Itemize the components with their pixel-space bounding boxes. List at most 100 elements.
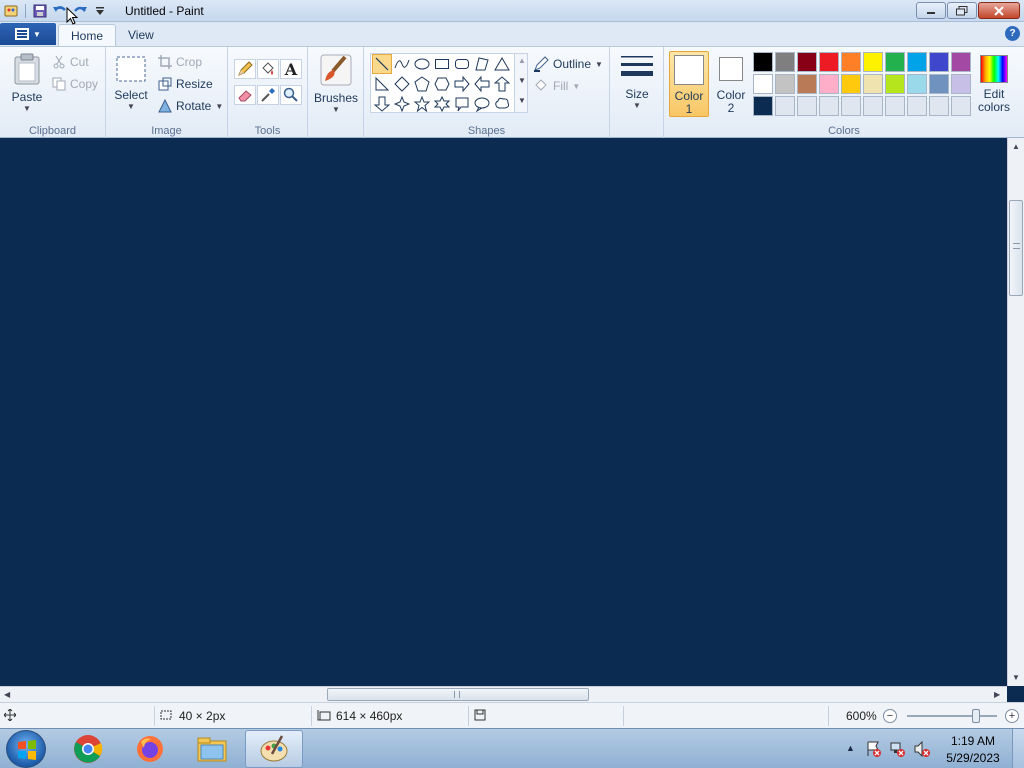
zoom-slider-thumb[interactable]	[972, 709, 980, 723]
shapes-scrollbar[interactable]: ▲ ▼ ▼	[514, 54, 527, 112]
cut-button[interactable]: Cut	[52, 53, 89, 71]
help-icon[interactable]: ?	[1005, 26, 1020, 41]
scroll-down-icon[interactable]: ▼	[1012, 673, 1020, 682]
palette-color-swatch[interactable]	[863, 52, 883, 72]
customize-qat-icon[interactable]	[91, 2, 109, 20]
up-arrow-shape-icon[interactable]	[492, 74, 512, 94]
brushes-button[interactable]: Brushes ▼	[314, 53, 358, 114]
zoom-in-button[interactable]: +	[1005, 709, 1019, 723]
show-desktop-button[interactable]	[1012, 729, 1024, 768]
horizontal-scrollbar[interactable]: ◀ ▶	[0, 686, 1007, 702]
palette-color-swatch[interactable]	[819, 74, 839, 94]
polygon-shape-icon[interactable]	[472, 54, 492, 74]
paint-app-icon[interactable]	[2, 2, 20, 20]
palette-color-swatch[interactable]	[907, 96, 927, 116]
size-button[interactable]: Size ▼	[615, 51, 659, 117]
zoom-out-button[interactable]: −	[883, 709, 897, 723]
vertical-scrollbar[interactable]: ▲ ▼	[1007, 138, 1024, 686]
palette-color-swatch[interactable]	[885, 52, 905, 72]
magnifier-icon[interactable]	[280, 85, 302, 105]
palette-color-swatch[interactable]	[951, 96, 971, 116]
vertical-scroll-thumb[interactable]	[1009, 200, 1023, 296]
scroll-left-icon[interactable]: ◀	[4, 690, 10, 699]
five-point-star-shape-icon[interactable]	[412, 94, 432, 114]
resize-button[interactable]: Resize	[158, 75, 213, 93]
drawing-canvas[interactable]	[0, 138, 1007, 686]
palette-color-swatch[interactable]	[797, 52, 817, 72]
scroll-right-icon[interactable]: ▶	[994, 690, 1000, 699]
diamond-shape-icon[interactable]	[392, 74, 412, 94]
hexagon-shape-icon[interactable]	[432, 74, 452, 94]
palette-color-swatch[interactable]	[885, 74, 905, 94]
taskbar-chrome[interactable]	[59, 730, 117, 768]
network-icon[interactable]	[890, 741, 906, 757]
minimize-button[interactable]	[916, 2, 946, 19]
right-arrow-shape-icon[interactable]	[452, 74, 472, 94]
outline-button[interactable]: Outline ▼	[533, 55, 603, 73]
taskbar-file-explorer[interactable]	[183, 730, 241, 768]
right-triangle-shape-icon[interactable]	[372, 74, 392, 94]
palette-color-swatch[interactable]	[907, 74, 927, 94]
color-picker-icon[interactable]	[257, 85, 279, 105]
start-button[interactable]	[6, 730, 46, 768]
palette-color-swatch[interactable]	[753, 96, 773, 116]
palette-color-swatch[interactable]	[841, 96, 861, 116]
rectangle-shape-icon[interactable]	[432, 54, 452, 74]
down-arrow-shape-icon[interactable]	[372, 94, 392, 114]
palette-color-swatch[interactable]	[929, 52, 949, 72]
file-menu-button[interactable]: ▼	[0, 23, 56, 45]
palette-color-swatch[interactable]	[819, 96, 839, 116]
palette-color-swatch[interactable]	[797, 96, 817, 116]
tab-view[interactable]: View	[116, 24, 166, 46]
oval-callout-shape-icon[interactable]	[472, 94, 492, 114]
palette-color-swatch[interactable]	[775, 52, 795, 72]
palette-color-swatch[interactable]	[841, 52, 861, 72]
oval-shape-icon[interactable]	[412, 54, 432, 74]
restore-button[interactable]	[947, 2, 977, 19]
palette-color-swatch[interactable]	[951, 74, 971, 94]
six-point-star-shape-icon[interactable]	[432, 94, 452, 114]
chevron-down-icon[interactable]: ▼	[518, 76, 526, 85]
close-button[interactable]	[978, 2, 1020, 19]
palette-color-swatch[interactable]	[863, 96, 883, 116]
color2-button[interactable]: Color 2	[711, 51, 751, 117]
triangle-shape-icon[interactable]	[492, 54, 512, 74]
fill-icon[interactable]	[257, 59, 279, 79]
palette-color-swatch[interactable]	[753, 52, 773, 72]
action-center-icon[interactable]	[866, 741, 882, 757]
color1-button[interactable]: Color 1	[669, 51, 709, 117]
zoom-slider-track[interactable]	[907, 715, 997, 717]
expand-gallery-icon[interactable]: ▼	[518, 96, 526, 105]
palette-color-swatch[interactable]	[929, 74, 949, 94]
rounded-callout-shape-icon[interactable]	[452, 94, 472, 114]
taskbar-clock[interactable]: 1:19 AM 5/29/2023	[940, 733, 1006, 767]
rotate-button[interactable]: Rotate ▼	[158, 97, 223, 115]
eraser-icon[interactable]	[234, 85, 256, 105]
curve-shape-icon[interactable]	[392, 54, 412, 74]
palette-color-swatch[interactable]	[775, 96, 795, 116]
left-arrow-shape-icon[interactable]	[472, 74, 492, 94]
show-hidden-icons[interactable]: ▲	[846, 743, 855, 753]
taskbar-paint[interactable]	[245, 730, 303, 768]
palette-color-swatch[interactable]	[907, 52, 927, 72]
four-point-star-shape-icon[interactable]	[392, 94, 412, 114]
crop-button[interactable]: Crop	[158, 53, 202, 71]
save-icon[interactable]	[31, 2, 49, 20]
palette-color-swatch[interactable]	[819, 52, 839, 72]
fill-button[interactable]: Fill ▼	[533, 77, 580, 95]
scroll-up-icon[interactable]: ▲	[1012, 142, 1020, 151]
rounded-rectangle-shape-icon[interactable]	[452, 54, 472, 74]
pencil-icon[interactable]	[234, 59, 256, 79]
volume-icon[interactable]	[914, 741, 930, 757]
text-icon[interactable]: A	[280, 59, 302, 79]
palette-color-swatch[interactable]	[951, 52, 971, 72]
horizontal-scroll-thumb[interactable]	[327, 688, 589, 701]
cloud-callout-shape-icon[interactable]	[492, 94, 512, 114]
select-button[interactable]: Select ▼	[114, 55, 148, 111]
palette-color-swatch[interactable]	[863, 74, 883, 94]
paste-button[interactable]: Paste ▼	[8, 53, 46, 113]
taskbar-firefox[interactable]	[121, 730, 179, 768]
pentagon-shape-icon[interactable]	[412, 74, 432, 94]
palette-color-swatch[interactable]	[753, 74, 773, 94]
copy-button[interactable]: Copy	[52, 75, 98, 93]
